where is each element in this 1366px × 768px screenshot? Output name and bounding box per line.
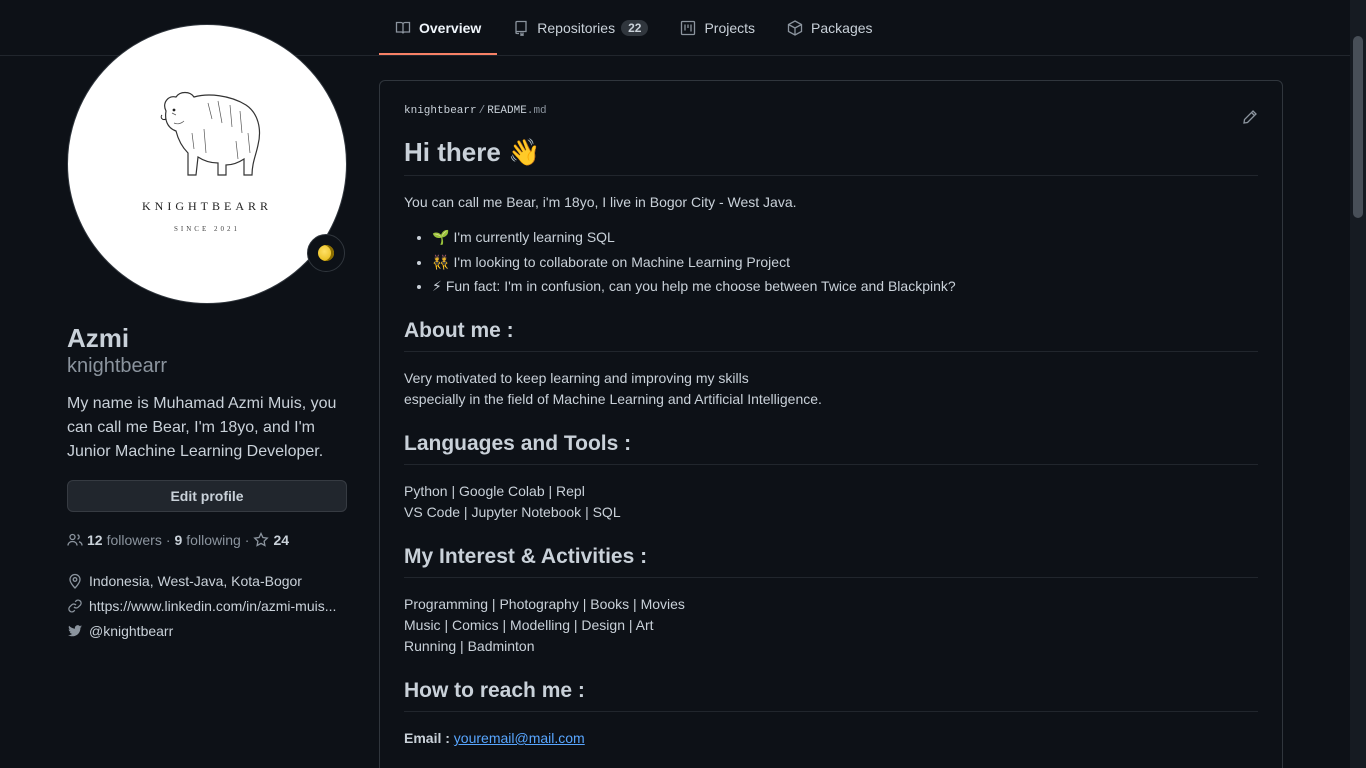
email-line: Email : youremail@mail.com [404,730,585,746]
pencil-icon[interactable] [1242,109,1258,125]
tools-text: Python | Google Colab | Repl VS Code | Ju… [404,483,621,520]
zap-emoji: ⚡ [432,278,442,294]
readme-path: knightbearr / README.md [404,105,547,117]
tab-packages-label: Packages [811,20,873,36]
profile-fullname: Azmi [67,323,130,353]
bear-logo-icon [160,91,261,176]
tab-projects[interactable]: Projects [664,0,771,56]
repositories-count: 22 [621,20,649,36]
edit-profile-button[interactable]: Edit profile [67,480,347,512]
profile-website-link[interactable]: https://www.linkedin.com/in/azmi-muis... [67,593,347,618]
profile-bio: My name is Muhamad Azmi Muis, you can ca… [67,395,337,460]
tab-projects-label: Projects [704,20,756,36]
reach-heading: How to reach me : [404,677,1258,712]
about-heading: About me : [404,317,1258,352]
tab-packages[interactable]: Packages [771,0,888,56]
avatar-logo-text: KNIGHTBEARR [142,199,272,213]
profile-tabs: Overview Repositories 22 Projects Packag… [379,0,889,56]
about-text: Very motivated to keep learning and impr… [404,370,822,407]
star-icon [253,532,270,547]
package-icon [787,20,803,36]
profile-details: Indonesia, West-Java, Kota-Bogor https:/… [67,568,347,643]
stars-link[interactable]: 24 [273,532,289,548]
tab-overview[interactable]: Overview [379,0,498,56]
book-icon [395,21,411,34]
profile-location: Indonesia, West-Java, Kota-Bogor [67,568,347,593]
tab-overview-label: Overview [419,20,482,36]
seedling-emoji: 🌱 [432,229,450,245]
twitter-icon [68,624,82,636]
dancers-emoji: 👯 [432,253,450,270]
wave-emoji: 👋 [508,137,541,167]
tab-repositories-label: Repositories [537,20,616,36]
profile-twitter-link[interactable]: @knightbearr [67,618,347,643]
readme-bullet-list: 🌱I'm currently learning SQL 👯I'm looking… [404,227,1258,297]
readme-intro: You can call me Bear, i'm 18yo, I live i… [404,194,797,210]
followers-link[interactable]: 12 followers [87,532,162,548]
location-icon [69,573,81,589]
avatar[interactable]: KNIGHTBEARR SINCE 2021 [67,24,347,304]
moon-icon [318,245,334,261]
list-item: 👯I'm looking to collaborate on Machine L… [432,252,1258,273]
list-item: 🌱I'm currently learning SQL [432,227,1258,248]
tools-heading: Languages and Tools : [404,430,1258,465]
readme-owner-link[interactable]: knightbearr [404,105,477,117]
link-icon [68,598,82,613]
tab-repositories[interactable]: Repositories 22 [497,0,664,56]
following-link[interactable]: 9 following [175,532,241,548]
interest-heading: My Interest & Activities : [404,543,1258,578]
people-icon [67,533,83,546]
project-icon [681,20,696,36]
follow-stats: 12 followers · 9 following · 24 [67,532,347,548]
profile-sidebar: KNIGHTBEARR SINCE 2021 Azmi knightbearr … [67,24,347,643]
scrollbar-thumb[interactable] [1353,36,1363,218]
readme-file-link[interactable]: README.md [487,105,546,117]
readme-panel: knightbearr / README.md Hi there 👋 You can… [379,80,1283,768]
repo-icon [515,20,527,36]
status-button[interactable] [307,234,345,272]
email-link[interactable]: youremail@mail.com [454,730,585,746]
page-scrollbar[interactable] [1350,0,1366,768]
interest-text: Programming | Photography | Books | Movi… [404,596,685,654]
readme-title: Hi there 👋 [404,135,1258,176]
avatar-logo-subtext: SINCE 2021 [174,225,240,233]
profile-username: knightbearr [67,355,168,377]
list-item: ⚡Fun fact: I'm in confusion, can you hel… [432,276,1258,297]
